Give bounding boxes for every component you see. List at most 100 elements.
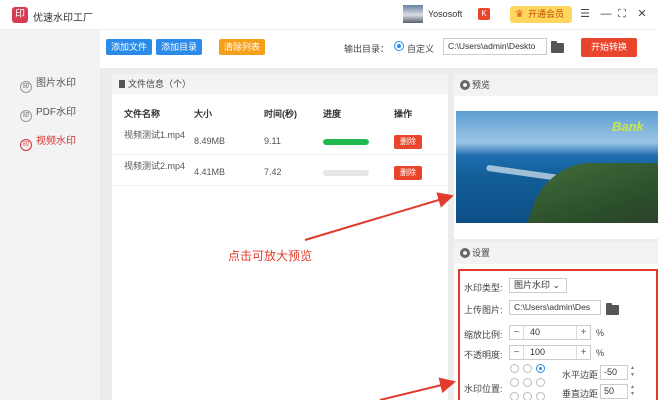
chevron-down-icon: ⌄ [552, 280, 561, 290]
file-duration: 9.11 [264, 136, 281, 146]
close-icon[interactable]: ✕ [634, 6, 650, 22]
user-name[interactable]: Yososoft [428, 9, 462, 19]
position-middle-right[interactable] [536, 378, 545, 387]
file-name: 视频测试2.mp4 [124, 161, 186, 171]
video-watermark-icon: 印 [20, 139, 32, 151]
preview-title: 预览 [472, 80, 491, 90]
h-margin-input[interactable]: -50 [600, 365, 628, 380]
position-top-left[interactable] [510, 364, 519, 373]
h-margin-spinner-icon[interactable]: ▲ ▼ [630, 365, 636, 380]
vip-label: 开通会员 [528, 9, 565, 19]
delete-button[interactable]: 删除 [394, 135, 422, 149]
minus-icon[interactable]: − [510, 326, 524, 339]
image-watermark-icon: 印 [20, 81, 32, 93]
file-duration: 7.42 [264, 167, 282, 177]
column-header-progress: 进度 [323, 109, 342, 119]
custom-dir-label[interactable]: 自定义 [407, 42, 434, 55]
add-file-button[interactable]: 添加文件 [106, 39, 152, 55]
plus-icon[interactable]: + [576, 326, 590, 339]
start-convert-button[interactable]: 开始转换 [581, 38, 637, 57]
minimize-icon[interactable]: — [598, 6, 614, 22]
percent-unit: % [596, 348, 605, 358]
gear-icon [460, 248, 470, 258]
zoom-hint-text: 点击可放大预览 [228, 249, 313, 263]
settings-title: 设置 [472, 248, 491, 258]
upload-path-field[interactable]: C:\Users\admin\Des [509, 300, 601, 315]
position-middle-center[interactable] [523, 378, 532, 387]
position-bottom-left[interactable] [510, 392, 519, 400]
app-logo-icon: 印 [12, 7, 28, 23]
watermark-logo: Bank [612, 119, 644, 134]
watermark-type-value: 图片水印 [514, 280, 551, 290]
preview-image[interactable]: Bank [456, 111, 658, 223]
preview-panel: 预览 Bank [454, 74, 658, 239]
title-bar: 印 优速水印工厂 Yososoft K ♛ 开通会员 ☰ — ⛶ ✕ [0, 0, 658, 30]
delete-button[interactable]: 删除 [394, 166, 422, 180]
position-top-center[interactable] [523, 364, 532, 373]
scale-label: 缩放比例: [464, 330, 503, 340]
folder-icon[interactable] [606, 303, 619, 315]
table-row[interactable]: 视频测试1.mp4 8.49MB 9.11 删除 [112, 129, 448, 155]
sidebar: 印图片水印 印 PDF水印 印视频水印 [0, 30, 100, 400]
file-list-header: 文件信息（个） [112, 74, 448, 94]
scale-value[interactable]: 40 [530, 326, 540, 339]
v-margin-spinner-icon[interactable]: ▲ ▼ [630, 384, 636, 399]
position-top-right[interactable] [536, 364, 545, 373]
scale-stepper[interactable]: − 40 + [509, 325, 591, 340]
watermark-type-select[interactable]: 图片水印 ⌄ [509, 278, 567, 293]
folder-icon[interactable] [551, 41, 564, 53]
progress-bar [323, 170, 369, 176]
sidebar-item-label: 图片水印 [36, 78, 76, 89]
settings-panel: 设置 水印类型: 图片水印 ⌄ 上传图片: C:\Users\admin\Des… [454, 242, 658, 400]
upload-image-label: 上传图片: [464, 305, 503, 315]
table-row[interactable]: 视频测试2.mp4 4.41MB 7.42 删除 [112, 160, 448, 186]
app-title: 优速水印工厂 [33, 13, 93, 24]
vip-button[interactable]: ♛ 开通会员 [510, 6, 572, 23]
h-margin-label: 水平边距 [562, 370, 599, 380]
position-bottom-center[interactable] [523, 392, 532, 400]
opacity-stepper[interactable]: − 100 + [509, 345, 591, 360]
position-middle-left[interactable] [510, 378, 519, 387]
file-name: 视频测试1.mp4 [124, 130, 186, 140]
progress-fill [323, 139, 369, 145]
file-list-title: 文件信息（个） [128, 79, 192, 89]
position-label: 水印位置: [464, 384, 503, 394]
pdf-watermark-icon: 印 [20, 110, 32, 122]
settings-header: 设置 [454, 242, 658, 264]
column-header-time: 时间(秒) [264, 109, 297, 119]
preview-header: 预览 [454, 74, 658, 96]
toolbar: 添加文件 添加目录 清除列表 输出目录： 自定义 C:\Users\admin\… [100, 30, 658, 68]
file-size: 8.49MB [194, 136, 226, 146]
column-header-name: 文件名称 [124, 109, 161, 119]
file-list-panel: 文件信息（个） 文件名称 大小 时间(秒) 进度 操作 视频测试1.mp4 8.… [112, 74, 448, 400]
custom-dir-radio[interactable] [394, 41, 404, 51]
sidebar-item-pdf-watermark[interactable]: 印 PDF水印 [20, 106, 76, 122]
column-header-action: 操作 [394, 109, 413, 119]
crown-icon: ♛ [515, 9, 524, 20]
file-size: 4.41MB [194, 167, 226, 177]
position-bottom-right[interactable] [536, 392, 545, 400]
output-path-field[interactable]: C:\Users\admin\Deskto [443, 38, 547, 55]
add-directory-button[interactable]: 添加目录 [156, 39, 202, 55]
opacity-value[interactable]: 100 [530, 346, 545, 359]
document-icon [119, 80, 125, 88]
sidebar-item-label: 视频水印 [36, 136, 76, 147]
sidebar-item-video-watermark[interactable]: 印视频水印 [20, 135, 76, 151]
sidebar-item-label: PDF水印 [36, 107, 76, 118]
progress-bar [323, 139, 369, 145]
column-header-size: 大小 [194, 109, 213, 119]
output-dir-label: 输出目录： [344, 44, 390, 54]
percent-unit: % [596, 328, 605, 338]
sidebar-item-image-watermark[interactable]: 印图片水印 [20, 77, 76, 93]
user-avatar[interactable] [403, 5, 423, 23]
clear-list-button[interactable]: 清除列表 [219, 39, 265, 55]
v-margin-label: 垂直边距 [562, 389, 599, 399]
gear-icon [460, 80, 470, 90]
watermark-type-label: 水印类型: [464, 283, 503, 293]
main-area: 添加文件 添加目录 清除列表 输出目录： 自定义 C:\Users\admin\… [100, 30, 658, 400]
menu-icon[interactable]: ☰ [577, 6, 593, 22]
maximize-icon[interactable]: ⛶ [614, 6, 630, 22]
plus-icon[interactable]: + [576, 346, 590, 359]
minus-icon[interactable]: − [510, 346, 524, 359]
v-margin-input[interactable]: 50 [600, 384, 628, 399]
